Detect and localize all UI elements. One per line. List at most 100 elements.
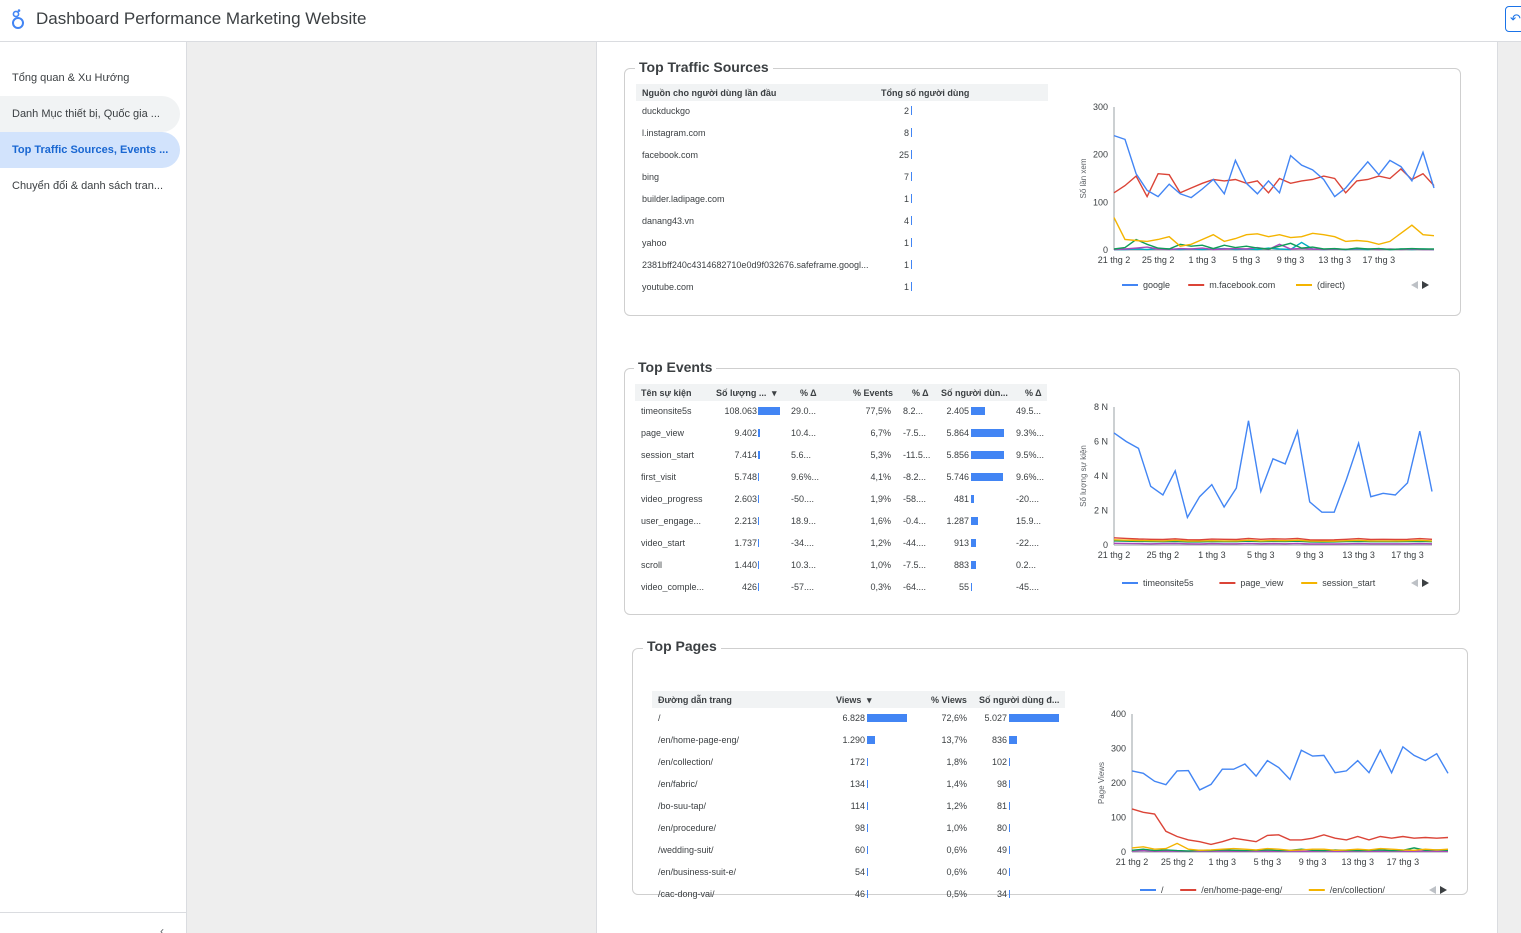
legend-next-icon[interactable]	[1422, 281, 1429, 289]
x-tick-label: 17 thg 3	[1387, 857, 1420, 867]
legend-label[interactable]: /	[1161, 885, 1164, 895]
legend-label[interactable]: /en/home-page-eng/	[1201, 885, 1283, 895]
users-delta-cell: 15.9...	[1016, 516, 1042, 526]
legend-next-icon[interactable]	[1440, 886, 1447, 894]
source-cell[interactable]: yahoo	[642, 238, 874, 248]
column-header-views-pct[interactable]: % Views	[931, 695, 967, 705]
column-header-page-users[interactable]: Số người dùng đ...	[979, 695, 1059, 705]
column-header-users-delta[interactable]: % Δ	[1025, 388, 1042, 398]
source-cell[interactable]: danang43.vn	[642, 216, 874, 226]
page-users-cell: 81	[996, 801, 1007, 811]
page-path-cell[interactable]: /en/business-suit-e/	[658, 867, 828, 877]
column-header-views[interactable]: Views	[836, 695, 861, 705]
x-tick-label: 9 thg 3	[1296, 550, 1324, 560]
events-line-chart[interactable]: Số lượng sự kiện 0 2 N 4 N 6 N 8 N 21 thg 2 25 …	[1066, 396, 1446, 596]
legend-label[interactable]: (direct)	[1317, 280, 1345, 290]
event-count-cell: 5.748	[734, 472, 757, 482]
count-delta-cell: 5.6...	[791, 450, 812, 460]
page-path-cell[interactable]: /en/collection/	[658, 757, 828, 767]
event-name-cell[interactable]: scroll	[641, 560, 713, 570]
column-header-users[interactable]: Tổng số người dùng	[881, 88, 969, 98]
column-header-pct-delta[interactable]: % Δ	[912, 388, 929, 398]
series-line[interactable]	[1131, 745, 1449, 791]
event-count-bar	[758, 583, 759, 591]
source-cell[interactable]: l.instagram.com	[642, 128, 874, 138]
series-line[interactable]	[1113, 238, 1434, 251]
page-path-cell[interactable]: /cac-dong-vai/	[658, 889, 828, 899]
legend-next-icon[interactable]	[1422, 579, 1429, 587]
legend-prev-icon[interactable]	[1411, 281, 1418, 289]
pct-delta-cell: -8.2...	[903, 472, 927, 482]
event-name-cell[interactable]: timeonsite5s	[641, 406, 713, 416]
event-name-cell[interactable]: video_start	[641, 538, 713, 548]
series-line[interactable]	[1113, 542, 1433, 545]
legend-label[interactable]: google	[1143, 280, 1170, 290]
column-header-page-path[interactable]: Đường dẫn trang	[658, 695, 732, 705]
series-line[interactable]	[1113, 134, 1435, 199]
column-header-event-users[interactable]: Số người dùn...	[941, 388, 1008, 398]
nav-item-overview[interactable]: Tổng quan & Xu Hướng	[0, 60, 180, 96]
source-cell[interactable]: facebook.com	[642, 150, 874, 160]
series-line[interactable]	[1131, 842, 1449, 852]
series-line[interactable]	[1113, 217, 1435, 247]
source-cell[interactable]: duckduckgo	[642, 106, 874, 116]
event-name-cell[interactable]: page_view	[641, 428, 713, 438]
page-path-cell[interactable]: /en/procedure/	[658, 823, 828, 833]
source-cell[interactable]: youtube.com	[642, 282, 874, 292]
column-header-events-pct[interactable]: % Events	[853, 388, 893, 398]
events-pct-cell: 5,3%	[870, 450, 891, 460]
event-name-cell[interactable]: session_start	[641, 450, 713, 460]
pages-line-chart[interactable]: Page Views 0 100 200 300 400 21 thg 2 25 thg 2 1…	[1084, 704, 1468, 898]
page-users-bar	[1009, 736, 1017, 744]
column-header-source[interactable]: Nguồn cho người dùng lần đầu	[642, 88, 776, 98]
views-pct-cell: 1,4%	[946, 779, 967, 789]
nav-item-conversions[interactable]: Chuyển đổi & danh sách tran...	[0, 168, 180, 204]
page-path-cell[interactable]: /en/fabric/	[658, 779, 828, 789]
top-events-table[interactable]: Tên sự kiện Số lượng ... ▾ % Δ % Events …	[635, 384, 1047, 598]
nav-item-device-country[interactable]: Danh Mục thiết bị, Quốc gia ...	[0, 96, 180, 132]
column-header-event-name[interactable]: Tên sự kiện	[641, 388, 692, 398]
top-pages-table[interactable]: Đường dẫn trang Views ▾ % Views Số người…	[652, 691, 1065, 903]
report-title: Dashboard Performance Marketing Website	[36, 9, 367, 28]
series-line[interactable]	[1113, 537, 1433, 541]
traffic-line-chart[interactable]: Số lần xem 0 100 200 300 21 thg 2 25 thg 2 1 th…	[1066, 96, 1446, 296]
page-users-bar	[1009, 846, 1010, 854]
page-path-cell[interactable]: /	[658, 713, 828, 723]
event-count-cell: 2.603	[734, 494, 757, 504]
event-name-cell[interactable]: user_engage...	[641, 516, 713, 526]
event-name-cell[interactable]: first_visit	[641, 472, 713, 482]
event-name-cell[interactable]: video_comple...	[641, 582, 713, 592]
source-cell[interactable]: bing	[642, 172, 874, 182]
x-tick-label: 25 thg 2	[1142, 255, 1175, 265]
page-path-cell[interactable]: /wedding-suit/	[658, 845, 828, 855]
page-path-cell[interactable]: /en/home-page-eng/	[658, 735, 828, 745]
page-path-cell[interactable]: /bo-suu-tap/	[658, 801, 828, 811]
y-tick-label: 100	[1093, 197, 1108, 207]
count-delta-cell: -34....	[791, 538, 815, 548]
legend-label[interactable]: /en/collection/	[1330, 885, 1386, 895]
views-pct-cell: 0,6%	[946, 867, 967, 877]
legend-label[interactable]: m.facebook.com	[1209, 280, 1275, 290]
source-cell[interactable]: 2381bff240c4314682710e0d9f032676.safefra…	[642, 260, 874, 270]
column-header-event-count[interactable]: Số lượng ...	[716, 388, 766, 398]
event-users-bar	[971, 407, 985, 415]
views-bar	[867, 736, 875, 744]
column-header-count-delta[interactable]: % Δ	[800, 388, 817, 398]
legend-prev-icon[interactable]	[1411, 579, 1418, 587]
nav-item-traffic-events[interactable]: Top Traffic Sources, Events ...	[0, 132, 180, 168]
collapse-sidebar-icon[interactable]: ‹	[160, 924, 164, 933]
event-name-cell[interactable]: video_progress	[641, 494, 713, 504]
legend-prev-icon[interactable]	[1429, 886, 1436, 894]
series-line[interactable]	[1131, 808, 1449, 846]
reset-button[interactable]: ↶	[1505, 6, 1521, 32]
traffic-sources-table[interactable]: Nguồn cho người dùng lần đầu Tổng số ngư…	[636, 84, 1048, 304]
series-line[interactable]	[1113, 420, 1433, 520]
users-bar	[911, 216, 912, 225]
views-pct-cell: 13,7%	[941, 735, 967, 745]
legend-label[interactable]: timeonsite5s	[1143, 578, 1194, 588]
legend-label[interactable]: page_view	[1240, 578, 1284, 588]
event-users-cell: 883	[953, 560, 969, 570]
legend-label[interactable]: session_start	[1322, 578, 1376, 588]
source-cell[interactable]: builder.ladipage.com	[642, 194, 874, 204]
page-users-cell: 5.027	[984, 713, 1007, 723]
